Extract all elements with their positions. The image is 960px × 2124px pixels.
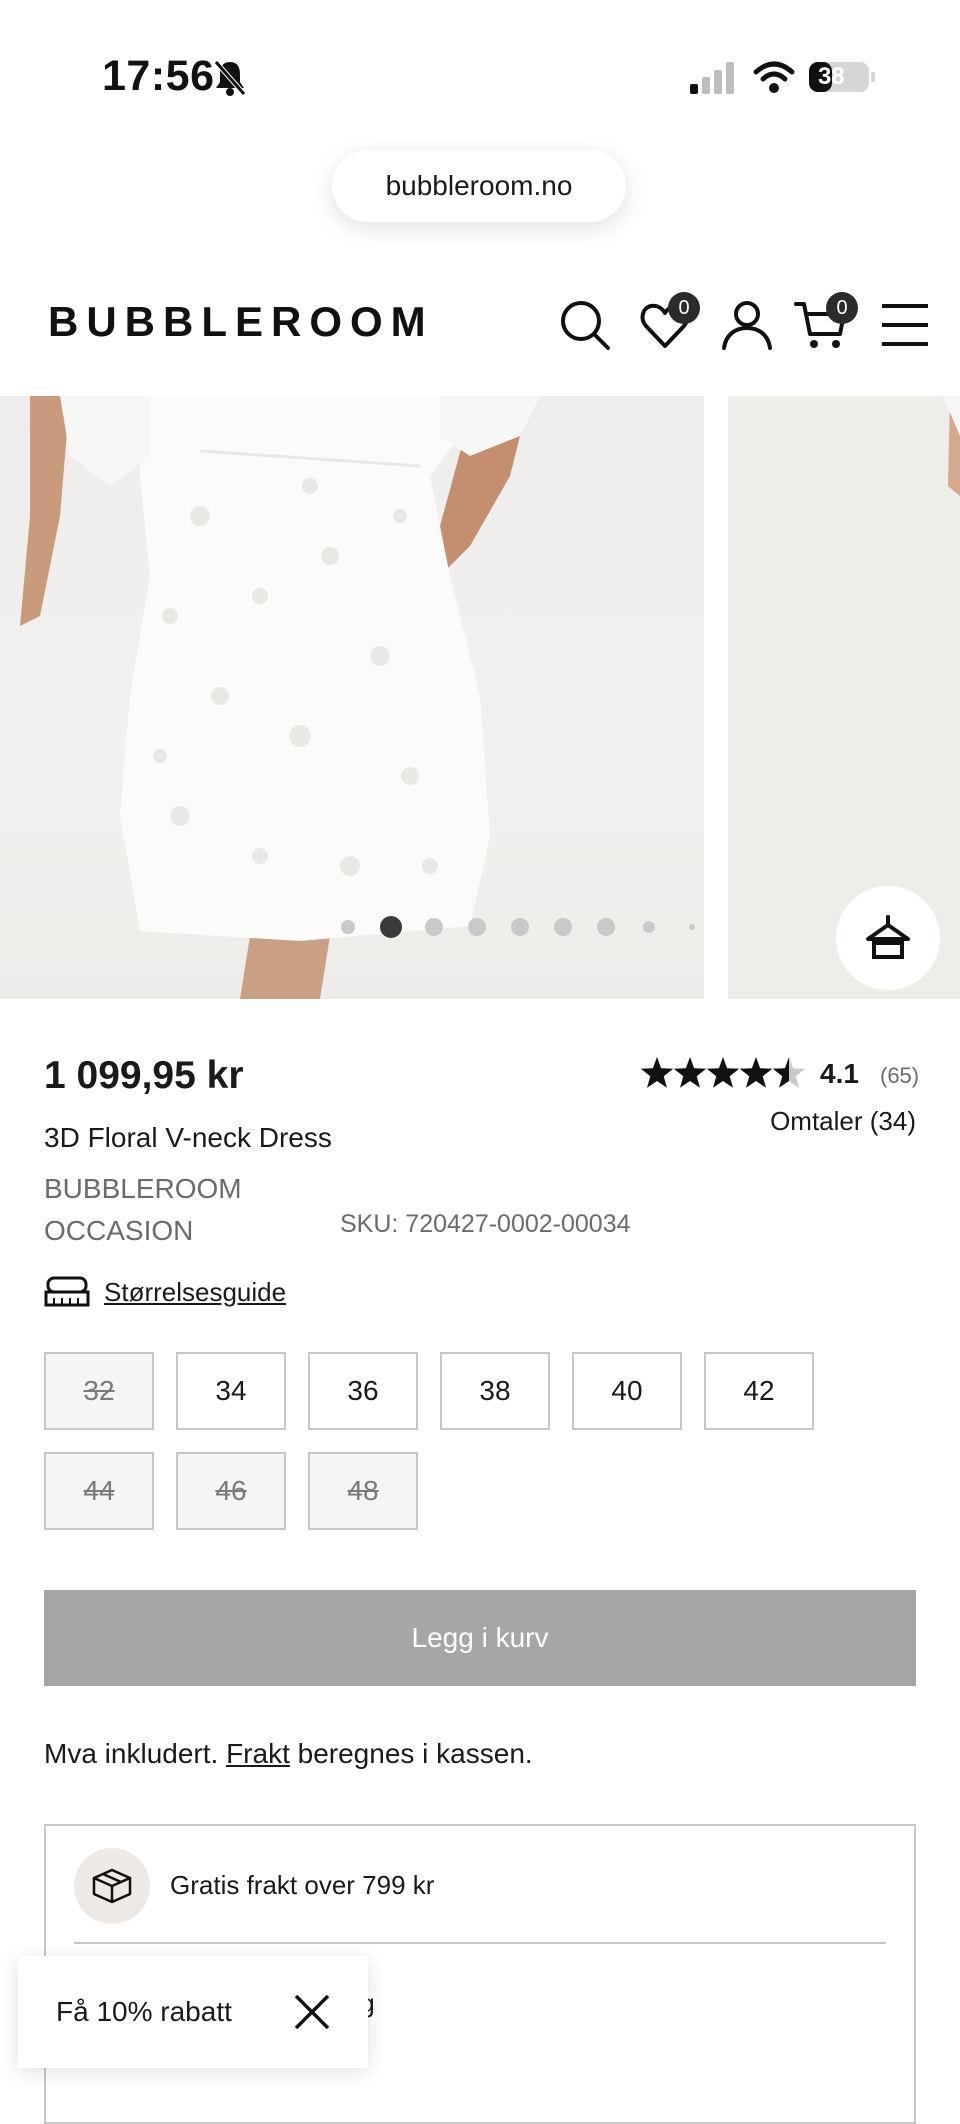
shipping-link[interactable]: Frakt — [226, 1738, 290, 1769]
benefits-divider — [74, 1942, 886, 1944]
battery-level: 38 — [818, 63, 845, 90]
address-bar[interactable]: bubbleroom.no — [332, 150, 626, 222]
search-icon[interactable] — [558, 298, 612, 352]
size-option-38[interactable]: 38 — [440, 1352, 550, 1430]
wishlist-button[interactable]: 0 — [638, 292, 700, 358]
bell-muted-icon — [214, 60, 246, 96]
star-filled — [739, 1057, 773, 1088]
discount-popup[interactable]: Få 10% rabatt — [18, 1956, 368, 2068]
pagination-dot[interactable] — [597, 918, 615, 936]
vat-info: Mva inkludert. Frakt beregnes i kassen. — [44, 1738, 533, 1770]
star-filled — [640, 1057, 674, 1088]
pagination-dot[interactable] — [643, 921, 655, 933]
size-option-46[interactable]: 46 — [176, 1452, 286, 1530]
free-shipping-text: Gratis frakt over 799 kr — [170, 1870, 435, 1900]
product-sku: SKU: 720427-0002-00034 — [340, 1210, 631, 1238]
battery-indicator: 38 — [808, 58, 876, 96]
product-brand[interactable]: BUBBLEROOM OCCASION — [44, 1168, 344, 1252]
url-text: bubbleroom.no — [385, 170, 573, 201]
size-option-36[interactable]: 36 — [308, 1352, 418, 1430]
pagination-dot[interactable] — [554, 918, 572, 936]
size-option-42[interactable]: 42 — [704, 1352, 814, 1430]
pagination-dot[interactable] — [468, 918, 486, 936]
reviews-link[interactable]: Omtaler (34) — [770, 1106, 916, 1137]
rating-stars[interactable] — [640, 1054, 810, 1094]
cart-button[interactable]: 0 — [794, 292, 858, 358]
cart-count-badge: 0 — [826, 292, 858, 324]
pagination-dot[interactable] — [380, 916, 402, 938]
size-guide-link[interactable]: Størrelsesguide — [44, 1276, 286, 1308]
dress-photo — [20, 396, 540, 999]
size-option-32[interactable]: 32 — [44, 1352, 154, 1430]
pagination-dot[interactable] — [511, 918, 529, 936]
pagination-dot[interactable] — [689, 924, 695, 930]
product-name: 3D Floral V-neck Dress — [44, 1122, 332, 1153]
product-price: 1 099,95 kr — [44, 1054, 244, 1097]
signal-icon — [690, 62, 734, 94]
shipping-box-icon-wrap — [74, 1848, 150, 1924]
wifi-icon — [753, 61, 795, 93]
menu-icon[interactable] — [878, 298, 932, 352]
account-icon[interactable] — [720, 298, 774, 352]
pagination-dot[interactable] — [341, 920, 355, 934]
size-guide-label: Størrelsesguide — [104, 1276, 287, 1307]
size-option-44[interactable]: 44 — [44, 1452, 154, 1530]
vat-prefix: Mva inkludert. — [44, 1738, 219, 1769]
pagination-dot[interactable] — [425, 918, 443, 936]
status-time: 17:56 — [102, 52, 215, 100]
measuring-tape-icon — [44, 1276, 90, 1307]
wishlist-count-badge: 0 — [668, 292, 700, 324]
star-filled — [673, 1057, 707, 1088]
gallery-pagination[interactable] — [340, 912, 710, 942]
add-to-cart-button[interactable]: Legg i kurv — [44, 1590, 916, 1686]
close-icon[interactable] — [292, 1992, 332, 2032]
star-filled — [706, 1057, 740, 1088]
package-icon — [92, 1868, 132, 1904]
hanger-icon — [866, 915, 910, 959]
vat-suffix: beregnes i kassen. — [297, 1738, 533, 1769]
try-on-button[interactable] — [836, 886, 940, 990]
size-option-34[interactable]: 34 — [176, 1352, 286, 1430]
brand-logo[interactable]: BUBBLEROOM — [48, 298, 434, 346]
size-option-48[interactable]: 48 — [308, 1452, 418, 1530]
size-option-40[interactable]: 40 — [572, 1352, 682, 1430]
product-image-main[interactable] — [0, 396, 704, 999]
rating-count: (65) — [880, 1063, 920, 1088]
discount-popup-label[interactable]: Få 10% rabatt — [56, 1996, 232, 2028]
rating-value: 4.1 — [820, 1058, 859, 1089]
